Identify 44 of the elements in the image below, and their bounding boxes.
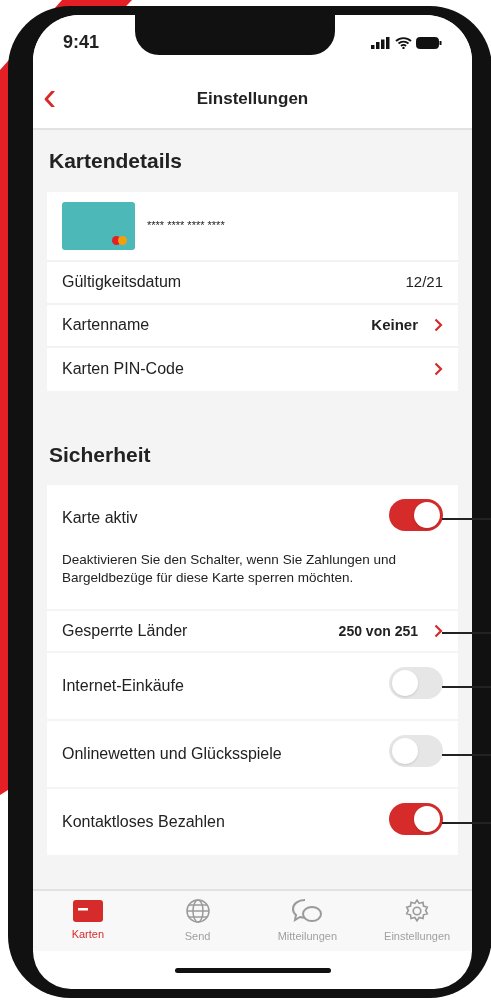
leader-line [442,632,491,634]
setting-label: Kontaktloses Bezahlen [62,812,225,832]
row-value: 12/21 [405,271,443,292]
globe-icon [184,897,211,924]
battery-icon [416,36,442,49]
screen-title: Einstellungen [196,88,309,111]
setting-value: 250 von 251 [338,621,418,641]
chevron-right-icon [434,624,443,638]
chat-bubbles-icon [291,897,324,924]
chevron-right-icon [434,362,443,376]
toggle-switch[interactable] [389,498,443,531]
settings-icon [404,897,431,924]
setting-label: Internet-Einkäufe [62,676,184,696]
setting-label: Onlinewetten und Glücksspiele [62,744,282,764]
leader-line [442,686,491,688]
toggle-switch[interactable] [389,734,443,767]
row-label: Gültigkeitsdatum [62,272,182,292]
tab-item[interactable]: Send [142,891,253,951]
leader-line [442,518,491,520]
tab-item[interactable]: Einstellungen [362,891,472,951]
wifi-icon [395,36,412,49]
detail-row[interactable]: Kartenname Keiner [47,304,458,348]
leader-line [442,822,491,824]
toggle-switch[interactable] [389,802,443,835]
chevron-right-icon [434,318,443,332]
row-label: Karten PIN-Code [62,359,184,379]
setting-link-row[interactable]: Gesperrte Länder 250 von 251 [47,611,458,653]
row-value: Keiner [371,314,418,335]
section-heading: Kartendetails [48,148,184,174]
row-label: Kartenname [62,315,150,335]
tab-item[interactable]: Mitteilungen [252,891,363,951]
card-icon [72,899,103,922]
card-number: **** **** **** **** [147,218,225,234]
back-button[interactable]: ‹ [43,76,57,116]
status-time: 9:41 [63,31,100,54]
detail-row[interactable]: Karten PIN-Code [47,347,458,391]
signal-icon [371,36,391,49]
toggle-switch[interactable] [389,666,443,699]
leader-line [442,754,491,756]
section-heading: Sicherheit [48,441,152,468]
tab-item[interactable]: Karten [33,891,143,951]
setting-label: Gesperrte Länder [62,621,188,641]
setting-description: Deaktivieren Sie den Schalter, wenn Sie Zahlungen und Bargeldbezüge für diese Karte sperren möchten. [47,551,458,611]
setting-label: Karte aktiv [62,508,138,528]
